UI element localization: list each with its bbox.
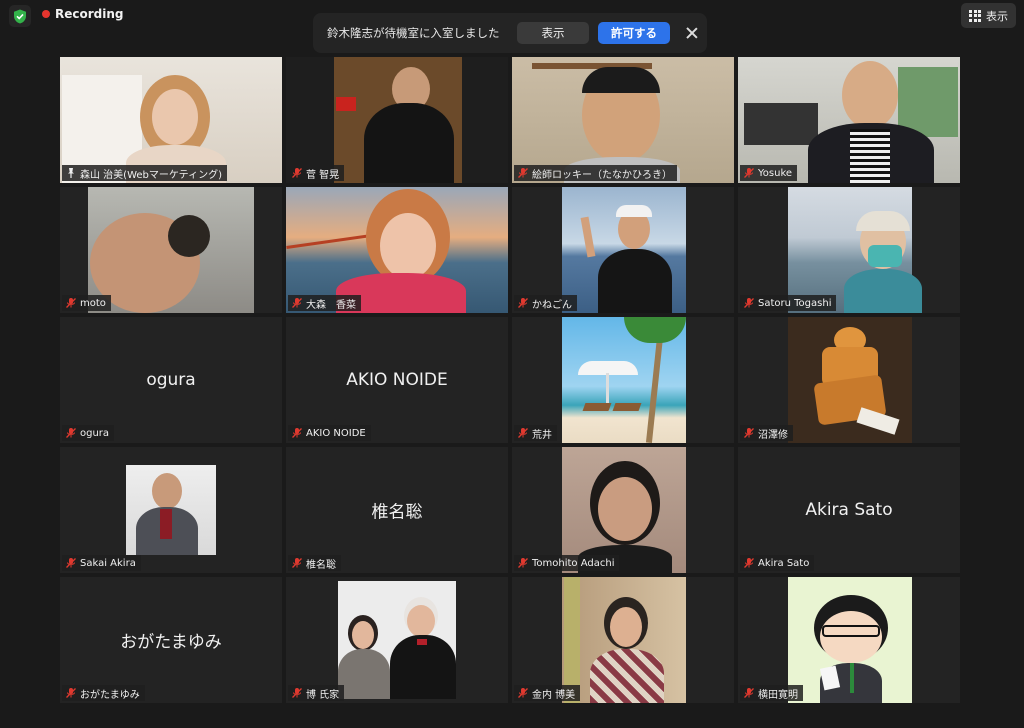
participant-name: Yosuke [758,167,793,179]
microphone-muted-icon [743,687,755,699]
microphone-muted-icon [291,297,303,309]
participant-name: 金内 博美 [532,689,576,701]
participant-name: 沼澤修 [758,429,788,441]
participant-name-tag: 菅 智晃 [288,165,345,181]
microphone-muted-icon [517,167,529,179]
participant-display-name: ogura [146,370,196,390]
participant-tile[interactable]: 沼澤修 [738,317,960,443]
participant-tile[interactable]: 横田寛明 [738,577,960,703]
view-toggle-label: 表示 [986,9,1008,23]
participant-name-tag: おがたまゆみ [62,685,145,701]
participant-name: 博 氏家 [306,689,340,701]
gallery-grid-icon [969,9,981,22]
participant-name: AKIO NOIDE [306,427,366,439]
participant-display-name: 椎名聡 [371,502,423,523]
participant-tile[interactable]: 森山 治美(Webマーケティング) [60,57,282,183]
participant-name: おがたまゆみ [80,689,140,701]
participant-name-tag: 金内 博美 [514,685,581,701]
participant-name: Akira Sato [758,557,810,569]
security-shield-icon[interactable] [9,5,31,27]
participant-name: 椎名聡 [306,559,336,571]
participant-name: Sakai Akira [80,557,136,569]
participant-display-name: AKIO NOIDE [346,370,448,390]
recording-indicator[interactable]: Recording [42,7,124,21]
participant-tile[interactable]: 金内 博美 [512,577,734,703]
microphone-muted-icon [291,427,303,439]
show-waiting-room-button[interactable]: 表示 [517,22,589,44]
participant-tile[interactable]: Satoru Togashi [738,187,960,313]
participant-name: 横田寛明 [758,689,798,701]
recording-dot-icon [42,10,50,18]
microphone-muted-icon [65,687,77,699]
spotlight-pin-icon [65,167,77,179]
participant-tile[interactable]: 大森 香菜 [286,187,508,313]
microphone-muted-icon [517,687,529,699]
microphone-muted-icon [743,427,755,439]
notification-message: 鈴木隆志が待機室に入室しました [327,26,500,40]
microphone-muted-icon [743,557,755,569]
participant-tile[interactable]: かねごん [512,187,734,313]
participant-name-tag: 荒井 [514,425,557,441]
participant-tile[interactable]: ogura ogura [60,317,282,443]
participant-name-tag: 絵師ロッキー（たなかひろき） [514,165,677,181]
recording-label: Recording [55,7,124,21]
microphone-muted-icon [65,297,77,309]
participant-name: Tomohito Adachi [532,557,615,569]
participant-name-tag: Yosuke [740,165,798,181]
participant-tile[interactable]: 博 氏家 [286,577,508,703]
view-toggle-button[interactable]: 表示 [961,3,1016,28]
participant-name-tag: AKIO NOIDE [288,425,371,441]
participant-name-tag: Tomohito Adachi [514,555,620,571]
microphone-muted-icon [517,297,529,309]
microphone-muted-icon [291,167,303,179]
participant-name-tag: ogura [62,425,115,441]
participant-tile[interactable]: Akira Sato Akira Sato [738,447,960,573]
participant-tile[interactable]: おがたまゆみ おがたまゆみ [60,577,282,703]
participant-name-tag: 森山 治美(Webマーケティング) [62,165,227,181]
participant-name: 森山 治美(Webマーケティング) [80,169,222,181]
participant-tile[interactable]: 椎名聡 椎名聡 [286,447,508,573]
participant-name-tag: Sakai Akira [62,555,141,571]
participant-name-tag: 椎名聡 [288,555,341,571]
participant-name-tag: かねごん [514,295,577,311]
microphone-muted-icon [65,427,77,439]
participant-tile[interactable]: Sakai Akira [60,447,282,573]
participant-name-tag: 沼澤修 [740,425,793,441]
microphone-muted-icon [517,557,529,569]
participant-name-tag: 横田寛明 [740,685,803,701]
microphone-muted-icon [291,687,303,699]
participant-name-tag: Satoru Togashi [740,295,837,311]
microphone-muted-icon [291,557,303,569]
participant-tile[interactable]: 絵師ロッキー（たなかひろき） [512,57,734,183]
participant-name-tag: Akira Sato [740,555,815,571]
admit-button[interactable]: 許可する [598,22,670,44]
participant-name-tag: 博 氏家 [288,685,345,701]
participant-tile[interactable]: AKIO NOIDE AKIO NOIDE [286,317,508,443]
participant-name: 絵師ロッキー（たなかひろき） [532,169,672,181]
microphone-muted-icon [743,297,755,309]
participant-tile[interactable]: 荒井 [512,317,734,443]
participant-name-tag: moto [62,295,111,311]
waiting-room-notification: 鈴木隆志が待機室に入室しました 表示 許可する [313,13,707,53]
participant-name: Satoru Togashi [758,297,832,309]
participant-tile[interactable]: 菅 智晃 [286,57,508,183]
participant-name: moto [80,297,106,309]
participant-name: 大森 香菜 [306,299,356,311]
participant-name: ogura [80,427,110,439]
participant-name-tag: 大森 香菜 [288,295,361,311]
participant-name: 菅 智晃 [306,169,340,181]
microphone-muted-icon [743,167,755,179]
microphone-muted-icon [65,557,77,569]
participant-tile[interactable]: Yosuke [738,57,960,183]
participant-name: かねごん [532,299,572,311]
participant-name: 荒井 [532,429,552,441]
close-notification-icon[interactable] [683,24,701,42]
participant-display-name: Akira Sato [805,500,893,520]
participant-display-name: おがたまゆみ [120,632,222,653]
participant-tile[interactable]: Tomohito Adachi [512,447,734,573]
microphone-muted-icon [517,427,529,439]
participant-tile[interactable]: moto [60,187,282,313]
